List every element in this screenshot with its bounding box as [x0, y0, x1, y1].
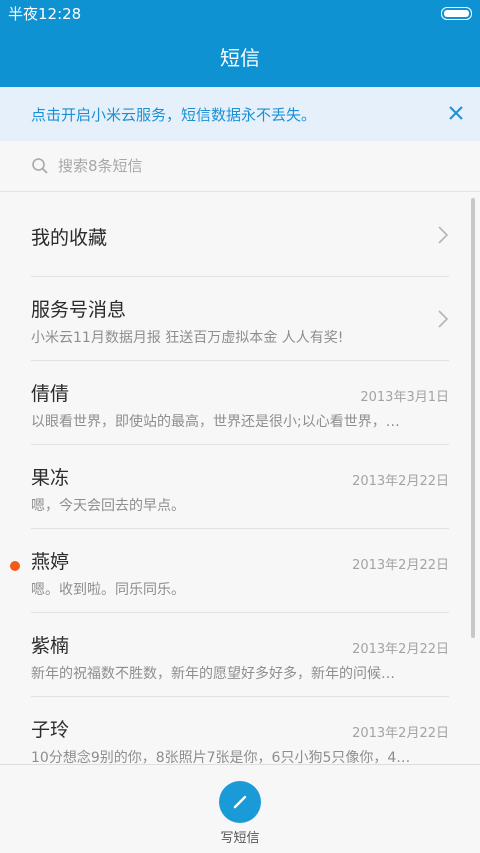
chevron-right-icon [438, 226, 449, 244]
unread-indicator [10, 561, 20, 571]
compose-label[interactable]: 写短信 [0, 827, 480, 846]
conversation-date: 2013年3月1日 [360, 390, 449, 405]
cloud-backup-banner[interactable]: 点击开启小米云服务，短信数据永不丢失。 [0, 87, 480, 141]
list-item-conversation[interactable]: 燕婷 2013年2月22日 嗯。收到啦。同乐同乐。 [10, 529, 449, 613]
conversation-name: 紫楠 [31, 635, 70, 657]
list-item-conversation[interactable]: 倩倩 2013年3月1日 以眼看世界，即使站的最高，世界还是很小;以心看世界，… [31, 361, 449, 445]
conversation-name: 服务号消息 [31, 299, 127, 321]
close-icon[interactable] [448, 105, 464, 121]
search-input[interactable] [58, 157, 438, 175]
pencil-icon [233, 795, 247, 809]
status-time: 半夜12:28 [8, 4, 82, 23]
list-item-conversation[interactable]: 子玲 2013年2月22日 10分想念9别的你，8张照片7张是你，6只小狗5只像… [31, 697, 449, 764]
page-title: 短信 [220, 46, 260, 70]
compose-button[interactable] [219, 781, 261, 823]
list-item-favorites[interactable]: 我的收藏 [31, 193, 449, 277]
conversation-date: 2013年2月22日 [352, 642, 449, 657]
conversation-name: 燕婷 [31, 551, 70, 573]
search-bar[interactable] [0, 141, 480, 192]
app-header: 短信 [0, 26, 480, 87]
conversation-name: 我的收藏 [31, 227, 108, 249]
chevron-right-icon [438, 310, 449, 328]
search-icon [32, 158, 48, 174]
status-bar: 半夜12:28 [0, 0, 480, 26]
conversation-list[interactable]: 我的收藏 服务号消息 小米云11月数据月报 狂送百万虚拟本金 人人有奖! 倩倩 … [0, 193, 480, 764]
battery-icon [441, 7, 472, 20]
conversation-date: 2013年2月22日 [352, 726, 449, 741]
conversation-date: 2013年2月22日 [352, 558, 449, 573]
conversation-preview: 以眼看世界，即使站的最高，世界还是很小;以心看世界，… [31, 414, 400, 430]
list-item-conversation[interactable]: 果冻 2013年2月22日 嗯，今天会回去的早点。 [31, 445, 449, 529]
conversation-name: 倩倩 [31, 383, 70, 405]
conversation-preview: 10分想念9别的你，8张照片7张是你，6只小狗5只像你，4… [31, 750, 411, 764]
list-scrollbar[interactable] [471, 198, 475, 638]
conversation-name: 子玲 [31, 719, 70, 741]
conversation-name: 果冻 [31, 467, 70, 489]
conversation-date: 2013年2月22日 [352, 474, 449, 489]
conversation-preview: 小米云11月数据月报 狂送百万虚拟本金 人人有奖! [31, 330, 344, 346]
conversation-preview: 嗯，今天会回去的早点。 [31, 498, 185, 514]
bottom-action-bar: 写短信 [0, 764, 480, 853]
banner-text[interactable]: 点击开启小米云服务，短信数据永不丢失。 [31, 104, 316, 125]
conversation-preview: 新年的祝福数不胜数，新年的愿望好多好多，新年的问候… [31, 666, 395, 682]
conversation-preview: 嗯。收到啦。同乐同乐。 [31, 582, 185, 598]
list-item-service-messages[interactable]: 服务号消息 小米云11月数据月报 狂送百万虚拟本金 人人有奖! [31, 277, 449, 361]
list-item-conversation[interactable]: 紫楠 2013年2月22日 新年的祝福数不胜数，新年的愿望好多好多，新年的问候… [31, 613, 449, 697]
